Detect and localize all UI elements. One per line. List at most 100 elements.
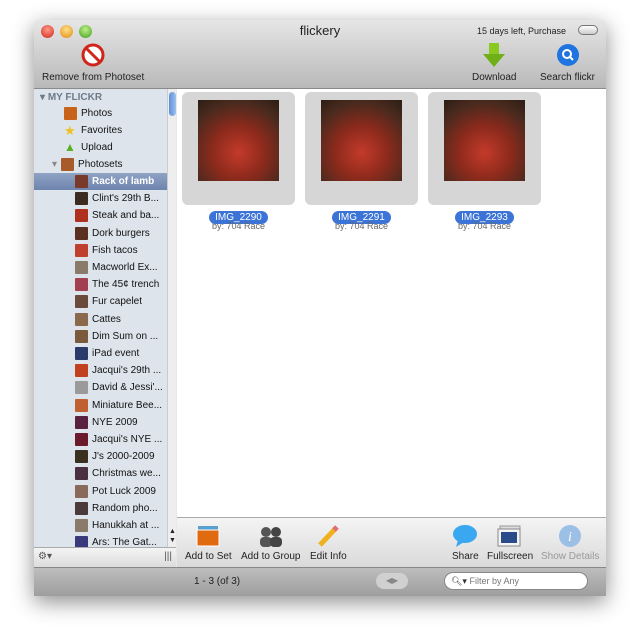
photoset-label: Jacqui's NYE ... (92, 434, 163, 445)
sidebar-item-photoset[interactable]: Steak and ba... (34, 207, 167, 224)
photoset-thumbnail (75, 312, 88, 326)
photoset-thumbnail (75, 278, 88, 292)
photoset-thumbnail (75, 261, 88, 274)
page-nav-arrows[interactable]: ◀▶ (376, 573, 408, 589)
photoset-label: Macworld Ex... (92, 262, 158, 273)
photoset-label: Fish tacos (92, 244, 138, 256)
label: Add to Set (185, 551, 232, 562)
photoset-thumbnail (75, 381, 88, 395)
titlebar: flickery 15 days left, Purchase Remove f… (34, 20, 606, 89)
download-label: Download (472, 72, 517, 83)
photoset-thumbnail (75, 226, 88, 240)
photo-thumbnail[interactable] (428, 92, 541, 205)
sidebar-item-photoset[interactable]: Fish tacos (34, 242, 167, 259)
sidebar-item-photoset[interactable]: Cattes (34, 311, 167, 328)
photoset-thumbnail (75, 295, 88, 309)
fullscreen-button[interactable]: Fullscreen (487, 524, 533, 562)
sidebar-item-photoset[interactable]: Dork burgers (34, 225, 167, 242)
photoset-label: Dim Sum on ... (92, 330, 159, 342)
toolbar-toggle-button[interactable] (578, 25, 598, 35)
sidebar-scrollbar[interactable]: ▲ ▼ (167, 89, 176, 547)
sidebar-item-photoset[interactable]: Fur capelet (34, 293, 167, 310)
sidebar-footer: ⚙▾ ||| (34, 547, 176, 567)
photo-thumbnail[interactable] (182, 92, 295, 205)
photoset-label: Hanukkah at ... (92, 520, 160, 531)
show-details-button[interactable]: i Show Details (541, 524, 599, 562)
photoset-thumbnail (75, 433, 88, 446)
add-to-group-button[interactable]: Add to Group (241, 524, 300, 562)
photoset-thumbnail (75, 175, 88, 188)
sidebar-item-photoset[interactable]: NYE 2009 (34, 414, 167, 431)
photo-owner: by: 704 Race (211, 221, 266, 231)
sidebar-item-photoset[interactable]: Clint's 29th B... (34, 190, 167, 207)
sidebar-item-photoset[interactable]: Random pho... (34, 500, 167, 517)
label: Fullscreen (487, 551, 534, 562)
section-my-flickr[interactable]: ▾ MY FLICKR (40, 89, 173, 106)
search-icon (555, 42, 581, 68)
sidebar-item-photoset[interactable]: Dim Sum on ... (34, 328, 167, 345)
photo-thumbnail[interactable] (305, 92, 418, 205)
sidebar-item-photoset[interactable]: Jacqui's 29th ... (34, 362, 167, 379)
photo-image (444, 100, 525, 181)
photoset-thumbnail (75, 243, 88, 257)
sidebar-item-upload[interactable]: ▲ Upload (34, 139, 167, 156)
sidebar-item-photoset[interactable]: The 45¢ trench (34, 276, 167, 293)
pencil-icon (315, 524, 341, 548)
photoset-label: Rack of lamb (92, 176, 155, 187)
sidebar-item-photoset[interactable]: Hanukkah at ... (34, 517, 167, 534)
info-icon: i (557, 524, 583, 548)
photoset-label: iPad event (92, 348, 140, 359)
filter-search-field[interactable]: 🔍︎▾ Filter by Any (444, 572, 588, 590)
photoset-label: Pot Luck 2009 (92, 485, 156, 497)
sidebar-item-favorites[interactable]: ★ Favorites (34, 122, 167, 139)
item-label: Upload (81, 142, 113, 153)
photoset-label: J's 2000-2009 (92, 451, 155, 463)
status-bar: 1 - 3 (of 3) ◀▶ 🔍︎▾ Filter by Any (34, 567, 606, 596)
edit-info-button[interactable]: Edit Info (310, 524, 347, 562)
photoset-label: Fur capelet (92, 296, 143, 308)
speech-bubble-icon (452, 524, 478, 548)
section-label: MY FLICKR (47, 92, 103, 103)
label: Add to Group (241, 551, 301, 562)
search-flickr-button[interactable]: Search flickr (540, 42, 595, 83)
download-arrow-icon (481, 42, 507, 68)
remove-from-photoset-button[interactable]: Remove from Photoset (42, 42, 144, 83)
sidebar-item-photoset[interactable]: David & Jessi'... (34, 379, 167, 396)
scroll-arrows[interactable]: ▲ ▼ (169, 527, 176, 545)
photoset-label: Miniature Bee... (92, 399, 163, 411)
scroll-thumb[interactable] (169, 92, 176, 116)
share-button[interactable]: Share (452, 524, 479, 562)
photoset-thumbnail (75, 347, 88, 360)
label: Show Details (541, 551, 600, 562)
sidebar-item-photoset[interactable]: Macworld Ex... (34, 259, 167, 276)
photoset-thumbnail (75, 467, 88, 481)
resize-handle[interactable]: ||| (164, 551, 172, 562)
sidebar: ▾ MY FLICKR Photos ★ Favorites ▲ Upload ▾ P… (34, 89, 176, 550)
gear-menu-icon[interactable]: ⚙▾ (38, 551, 52, 562)
photoset-thumbnail (75, 329, 88, 343)
photo-stack-icon (195, 524, 221, 548)
download-button[interactable]: Download (472, 42, 516, 83)
trial-link[interactable]: 15 days left, Purchase (477, 26, 566, 36)
svg-text:i: i (568, 530, 572, 545)
sidebar-item-photoset[interactable]: Jacqui's NYE ... (34, 431, 167, 448)
photoset-label: Steak and ba... (92, 210, 160, 222)
sidebar-item-photoset[interactable]: Miniature Bee... (34, 397, 167, 414)
sidebar-item-photoset[interactable]: Christmas we... (34, 465, 167, 482)
flickery-window: flickery 15 days left, Purchase Remove f… (34, 20, 606, 596)
photo-image (198, 100, 279, 181)
photoset-thumbnail (75, 415, 88, 429)
add-to-set-button[interactable]: Add to Set (185, 524, 232, 562)
star-icon: ★ (64, 123, 76, 138)
sidebar-item-photoset[interactable]: iPad event (34, 345, 167, 362)
group-icon (258, 524, 284, 548)
sidebar-item-photos[interactable]: Photos (34, 105, 167, 122)
sidebar-item-photoset[interactable]: J's 2000-2009 (34, 448, 167, 465)
sidebar-item-photosets[interactable]: ▾ Photosets (34, 156, 167, 173)
item-count: 1 - 3 (of 3) (194, 576, 241, 587)
item-label: Photosets (78, 159, 123, 170)
photo-owner: by: 704 Race (334, 221, 389, 231)
item-label: Photos (81, 108, 113, 119)
sidebar-item-photoset[interactable]: Rack of lamb (34, 173, 167, 190)
sidebar-item-photoset[interactable]: Pot Luck 2009 (34, 483, 167, 500)
